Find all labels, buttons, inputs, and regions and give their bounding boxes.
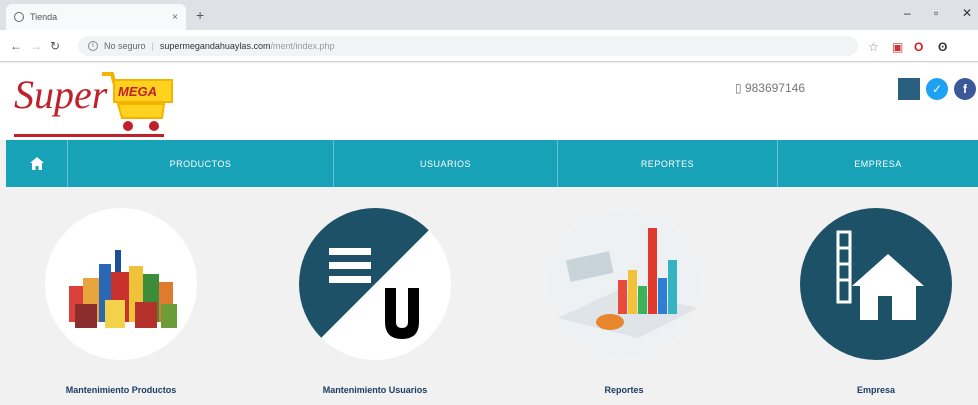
grocery-products-image xyxy=(69,250,177,328)
browser-tab[interactable]: Tienda × xyxy=(6,4,186,30)
extension-icon[interactable]: ▣ xyxy=(892,40,903,54)
security-label: No seguro xyxy=(104,41,146,51)
tab-title: Tienda xyxy=(30,12,58,22)
twitter-icon[interactable]: ✓ xyxy=(926,78,948,100)
nav-empresa[interactable]: EMPRESA xyxy=(778,140,978,187)
phone-icon: ▯ xyxy=(735,81,745,95)
opera-icon[interactable]: O xyxy=(914,40,923,54)
extension-icon[interactable]: ʘ xyxy=(938,40,947,54)
separator: | xyxy=(151,41,154,51)
forward-arrow-icon[interactable]: → xyxy=(30,39,42,53)
browser-tab-bar: Tienda × + – ▫ ✕ xyxy=(0,0,978,30)
site-header: Super MEGA ▯ 983697146 ✓ f xyxy=(0,63,978,140)
card-label-usuarios[interactable]: Mantenimiento Usuarios xyxy=(275,385,475,395)
super-mega-logo[interactable]: Super MEGA xyxy=(14,66,184,138)
bar-chart-report-image xyxy=(548,208,700,360)
nav-home[interactable] xyxy=(6,140,68,187)
info-icon[interactable]: i xyxy=(88,41,98,51)
url-path: /ment/index.php xyxy=(270,41,335,51)
tab-close-button[interactable]: × xyxy=(172,12,178,23)
products-card-image[interactable] xyxy=(45,208,197,360)
browser-toolbar: ← → ↻ i No seguro | supermegandahuaylas.… xyxy=(0,30,978,62)
nav-usuarios[interactable]: USUARIOS xyxy=(334,140,558,187)
users-card-image[interactable] xyxy=(299,208,451,360)
star-icon[interactable]: ☆ xyxy=(868,40,879,54)
card-label-productos[interactable]: Mantenimiento Productos xyxy=(21,385,221,395)
maximize-button[interactable]: ▫ xyxy=(934,6,938,20)
reports-card-image[interactable] xyxy=(548,208,700,360)
nav-reportes[interactable]: REPORTES xyxy=(558,140,778,187)
main-navbar: PRODUCTOS USUARIOS REPORTES EMPRESA xyxy=(6,140,978,187)
house-building-icon xyxy=(836,230,924,320)
new-tab-button[interactable]: + xyxy=(196,7,204,23)
url-host: supermegandahuaylas.com xyxy=(159,41,271,51)
social-square-icon[interactable] xyxy=(898,78,920,100)
logo-underline xyxy=(14,134,164,137)
reload-icon[interactable]: ↻ xyxy=(50,39,60,53)
logo-badge: MEGA xyxy=(118,84,157,99)
users-u-icon xyxy=(299,208,451,360)
globe-icon xyxy=(14,12,24,22)
close-window-button[interactable]: ✕ xyxy=(962,6,972,20)
card-label-empresa[interactable]: Empresa xyxy=(776,385,976,395)
facebook-icon[interactable]: f xyxy=(954,78,976,100)
phone-number: ▯ 983697146 xyxy=(735,81,805,95)
nav-productos[interactable]: PRODUCTOS xyxy=(68,140,334,187)
logo-word: Super xyxy=(14,72,108,117)
back-arrow-icon[interactable]: ← xyxy=(10,39,22,53)
minimize-button[interactable]: – xyxy=(904,6,911,20)
address-bar[interactable]: i No seguro | supermegandahuaylas.com /m… xyxy=(78,36,858,56)
company-card-image[interactable] xyxy=(800,208,952,360)
home-icon xyxy=(29,157,44,170)
card-label-reportes[interactable]: Reportes xyxy=(524,385,724,395)
phone-text: 983697146 xyxy=(744,81,806,95)
